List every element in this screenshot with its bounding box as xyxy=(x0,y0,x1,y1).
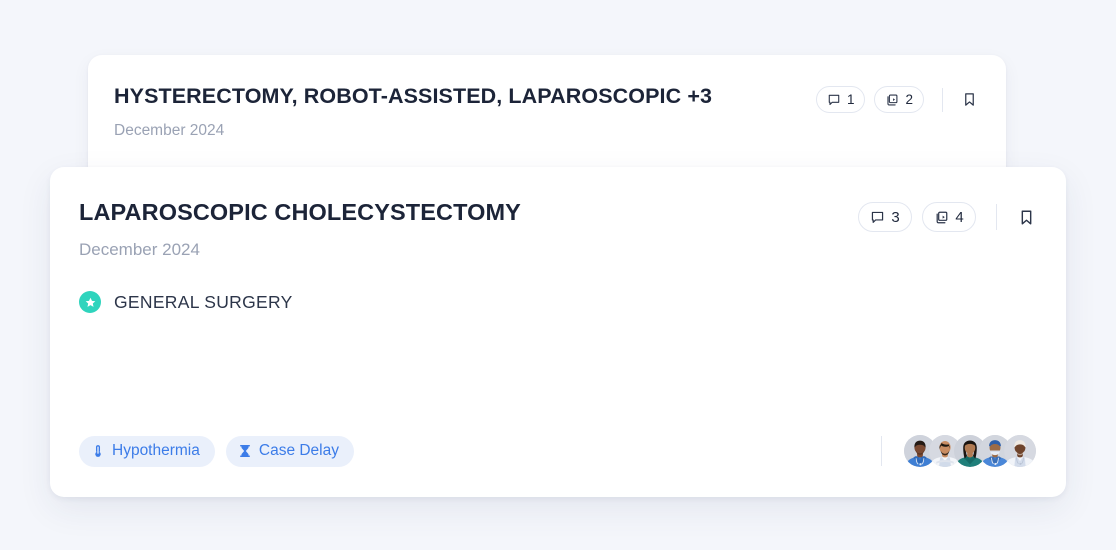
page-title: HYSTERECTOMY, ROBOT-ASSISTED, LAPAROSCOP… xyxy=(114,84,713,108)
card-header-actions: 1 2 xyxy=(815,83,978,113)
specialty-label: GENERAL SURGERY xyxy=(114,292,293,312)
comment-count-badge[interactable]: 3 xyxy=(858,202,912,232)
case-date: December 2024 xyxy=(114,122,225,139)
page-title: LAPAROSCOPIC CHOLECYSTECTOMY xyxy=(79,199,521,225)
card-title-block: HYSTERECTOMY, ROBOT-ASSISTED, LAPAROSCOP… xyxy=(114,83,712,141)
star-badge-icon xyxy=(79,291,101,313)
bookmark-icon xyxy=(961,91,978,108)
card-header: LAPAROSCOPIC CHOLECYSTECTOMY December 20… xyxy=(50,167,1066,261)
team-section xyxy=(881,435,1036,467)
header-divider xyxy=(942,87,943,112)
tag-label: Hypothermia xyxy=(112,442,200,460)
layers-copy-icon xyxy=(885,93,899,107)
comment-bubble-icon xyxy=(870,210,885,225)
card-header: HYSTERECTOMY, ROBOT-ASSISTED, LAPAROSCOP… xyxy=(88,55,1006,141)
attachment-count-badge[interactable]: 2 xyxy=(874,86,924,113)
bookmark-icon xyxy=(1017,208,1036,227)
specialty-row: GENERAL SURGERY xyxy=(50,261,1066,313)
card-footer: Hypothermia Case Delay xyxy=(50,405,1066,497)
tag-label: Case Delay xyxy=(258,442,339,460)
attachment-count-value: 2 xyxy=(905,91,913,107)
footer-divider xyxy=(881,436,882,466)
layers-copy-icon xyxy=(934,210,949,225)
tag-case-delay[interactable]: Case Delay xyxy=(225,435,354,467)
header-divider xyxy=(996,204,997,230)
card-title-block: LAPAROSCOPIC CHOLECYSTECTOMY December 20… xyxy=(79,198,521,261)
case-card-background[interactable]: HYSTERECTOMY, ROBOT-ASSISTED, LAPAROSCOP… xyxy=(88,55,1006,185)
avatar[interactable] xyxy=(1004,435,1036,467)
bookmark-button[interactable] xyxy=(1017,208,1036,227)
avatar-stack xyxy=(904,435,1036,467)
page-stage: HYSTERECTOMY, ROBOT-ASSISTED, LAPAROSCOP… xyxy=(0,0,1116,550)
attachment-count-badge[interactable]: 4 xyxy=(922,202,976,232)
case-date: December 2024 xyxy=(79,240,200,259)
case-card-foreground[interactable]: LAPAROSCOPIC CHOLECYSTECTOMY December 20… xyxy=(50,167,1066,497)
card-header-actions: 3 4 xyxy=(858,198,1036,232)
bookmark-button[interactable] xyxy=(961,91,978,108)
comment-count-value: 1 xyxy=(846,91,855,107)
hourglass-icon xyxy=(238,444,252,458)
attachment-count-value: 4 xyxy=(955,208,964,226)
comment-bubble-icon xyxy=(827,93,841,107)
thermometer-icon xyxy=(91,444,105,458)
tag-list: Hypothermia Case Delay xyxy=(79,435,354,467)
comment-count-badge[interactable]: 1 xyxy=(815,86,866,113)
tag-hypothermia[interactable]: Hypothermia xyxy=(79,435,215,467)
comment-count-value: 3 xyxy=(891,208,900,226)
